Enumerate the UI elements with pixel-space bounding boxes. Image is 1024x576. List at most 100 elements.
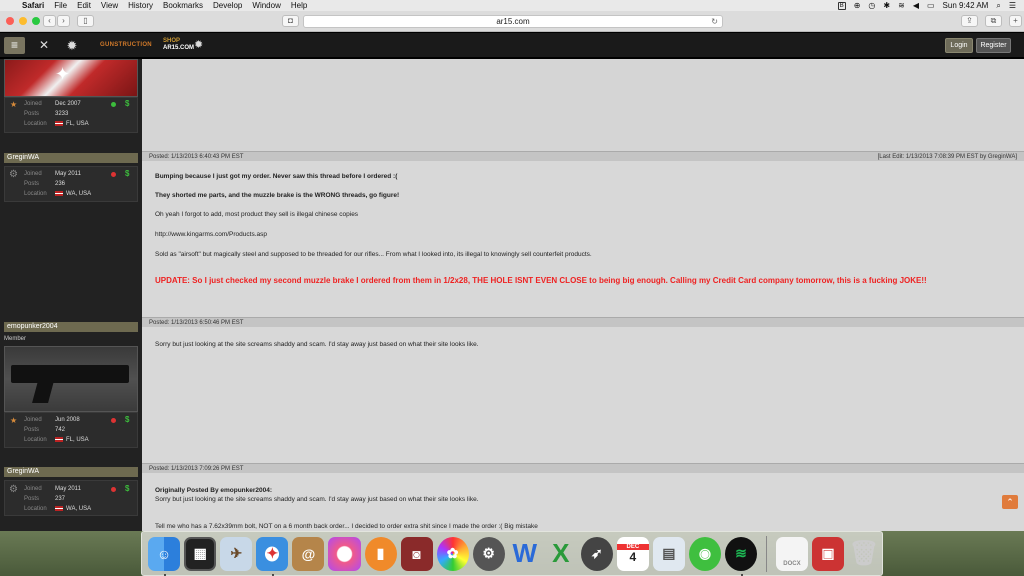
username[interactable]: GreginWA xyxy=(4,153,138,163)
close-window-icon[interactable] xyxy=(6,17,14,25)
calendar-icon[interactable]: DEC 4 xyxy=(616,536,649,571)
battery-icon[interactable]: ▭ xyxy=(927,0,935,11)
status-b-icon[interactable]: B xyxy=(837,1,846,10)
bluetooth-icon[interactable]: ✱ xyxy=(883,0,890,11)
contacts-icon[interactable]: @ xyxy=(292,536,325,571)
system-preferences-icon[interactable]: ⚙ xyxy=(472,536,505,571)
joined-value: Dec 2007 xyxy=(55,101,81,107)
avatar[interactable]: ✦ xyxy=(4,59,138,97)
location-label: Location xyxy=(24,437,47,443)
address-bar[interactable]: ar15.com ↻ xyxy=(303,15,723,28)
word-icon[interactable]: W xyxy=(509,537,541,571)
tabs-overview-icon[interactable]: ⧉ xyxy=(985,15,1002,27)
rifle-magazine xyxy=(32,381,54,403)
menu-file[interactable]: File xyxy=(54,0,67,11)
joined-value: Jun 2008 xyxy=(55,417,80,423)
dock: ☺ ▦ ✈ ✦ @ ♫ ▮ ◙ ✿ ⚙ W X ➶ DEC 4 ▤ ◉ ≋ DO… xyxy=(141,531,883,576)
post-body: Sorry but just looking at the site screa… xyxy=(155,340,1015,349)
post-link[interactable]: http://www.kingarms.com/Products.asp xyxy=(155,230,1015,239)
menu-help[interactable]: Help xyxy=(291,0,307,11)
posts-label: Posts xyxy=(24,111,40,117)
location-value: WA, USA xyxy=(66,506,92,513)
gunstruction-logo[interactable]: GUNSTRUCTION xyxy=(100,42,152,48)
notification-center-icon[interactable]: ☰ xyxy=(1009,0,1016,11)
post-header: Posted: 1/13/2013 6:50:46 PM EST xyxy=(142,317,1024,327)
shop-logo-top: SHOP xyxy=(163,38,181,44)
back-icon[interactable]: ‹ xyxy=(43,15,56,27)
launchpad-icon[interactable]: ➶ xyxy=(580,536,613,571)
login-button[interactable]: Login xyxy=(945,38,973,53)
usa-flag-icon xyxy=(55,437,63,442)
volume-icon[interactable]: ◀ xyxy=(913,0,919,11)
post-timestamp: Posted: 1/13/2013 6:50:46 PM EST xyxy=(149,320,244,326)
reload-icon[interactable]: ↻ xyxy=(711,16,718,27)
document-icon[interactable]: DOCX xyxy=(775,536,808,571)
clock[interactable]: Sun 9:42 AM xyxy=(943,0,989,11)
share-icon[interactable]: ⇪ xyxy=(961,15,978,27)
menu-view[interactable]: View xyxy=(101,0,118,11)
gear-rank-icon: ⚙ xyxy=(9,484,18,495)
menu-hamburger-icon[interactable]: ≡ xyxy=(4,37,25,54)
location-label: Location xyxy=(24,191,47,197)
scroll-to-top-button[interactable]: ⌃ xyxy=(1002,495,1018,509)
photos-icon[interactable]: ✿ xyxy=(436,536,469,571)
menu-develop[interactable]: Develop xyxy=(213,0,242,11)
menu-history[interactable]: History xyxy=(128,0,153,11)
menu-edit[interactable]: Edit xyxy=(77,0,91,11)
last-edit-note: [Last Edit: 1/13/2013 7:08:39 PM EST by … xyxy=(877,154,1017,160)
posts-label: Posts xyxy=(24,427,40,433)
menu-bookmarks[interactable]: Bookmarks xyxy=(163,0,203,11)
post-line: Tell me who has a 7.62x39mm bolt, NOT on… xyxy=(155,523,538,530)
location-label: Location xyxy=(24,506,47,512)
menu-app-name[interactable]: Safari xyxy=(22,0,44,11)
preview-photos-icon[interactable]: ▤ xyxy=(652,536,685,571)
register-button[interactable]: Register xyxy=(976,38,1011,53)
finder-icon[interactable]: ☺ xyxy=(148,536,181,576)
history-icon[interactable]: ◷ xyxy=(868,0,875,11)
document-type-label: DOCX xyxy=(783,560,801,567)
excel-icon[interactable]: X xyxy=(545,537,577,571)
safari-icon[interactable]: ✦ xyxy=(256,536,289,576)
extension-icon[interactable]: ⊕ xyxy=(854,0,861,11)
forward-icon[interactable]: › xyxy=(57,15,70,27)
itunes-icon[interactable]: ♫ xyxy=(328,536,361,571)
ibooks-icon[interactable]: ▮ xyxy=(364,536,397,571)
tools-icon[interactable]: ✕ xyxy=(35,37,53,54)
sidebar-toggle-icon[interactable]: ▯ xyxy=(77,15,94,27)
photo-booth-icon[interactable]: ◙ xyxy=(400,536,433,571)
posts-value: 236 xyxy=(55,181,66,187)
usa-flag-icon xyxy=(55,191,63,196)
post-header: Posted: 1/13/2013 7:09:26 PM EST xyxy=(142,463,1024,473)
trash-icon[interactable]: 🗑 xyxy=(848,537,880,571)
preview-icon[interactable]: ✈ xyxy=(220,536,253,571)
facetime-icon[interactable]: ◉ xyxy=(688,536,721,571)
menu-window[interactable]: Window xyxy=(252,0,280,11)
shop-gear-icon: ✹ xyxy=(194,39,204,51)
post-update: UPDATE: So I just checked my second muzz… xyxy=(155,276,927,285)
privacy-shield-icon[interactable]: ◘ xyxy=(282,15,299,27)
post-body: Bumping because I just got my order. Nev… xyxy=(155,172,1015,286)
browser-toolbar: ‹ › ▯ ◘ ar15.com ↻ ⇪ ⧉ + xyxy=(0,11,1024,32)
avatar[interactable] xyxy=(4,346,138,412)
joined-value: May 2011 xyxy=(55,486,81,492)
settings-gear-icon[interactable]: ✹ xyxy=(64,37,80,54)
shop-logo[interactable]: SHOP AR15.COM xyxy=(163,38,194,52)
posts-label: Posts xyxy=(24,496,40,502)
post-line: They shorted me parts, and the muzzle br… xyxy=(155,192,400,199)
photo-stack-icon[interactable]: ▣ xyxy=(812,536,845,571)
wifi-icon[interactable]: ≋ xyxy=(898,0,905,11)
location-value: WA, USA xyxy=(66,191,92,198)
mission-control-icon[interactable]: ▦ xyxy=(184,536,217,571)
window-controls xyxy=(6,17,40,25)
spotlight-icon[interactable]: ⌕ xyxy=(996,0,1000,11)
joined-label: Joined xyxy=(24,486,42,492)
offline-status-dot xyxy=(111,487,116,492)
username[interactable]: emopunker2004 xyxy=(4,322,138,332)
minimize-window-icon[interactable] xyxy=(19,17,27,25)
username[interactable]: GreginWA xyxy=(4,467,138,477)
zoom-window-icon[interactable] xyxy=(32,17,40,25)
post-header: Posted: 1/13/2013 6:40:43 PM EST [Last E… xyxy=(142,151,1024,161)
new-tab-icon[interactable]: + xyxy=(1009,15,1022,27)
url-text: ar15.com xyxy=(496,17,530,26)
spotify-icon[interactable]: ≋ xyxy=(724,536,758,576)
